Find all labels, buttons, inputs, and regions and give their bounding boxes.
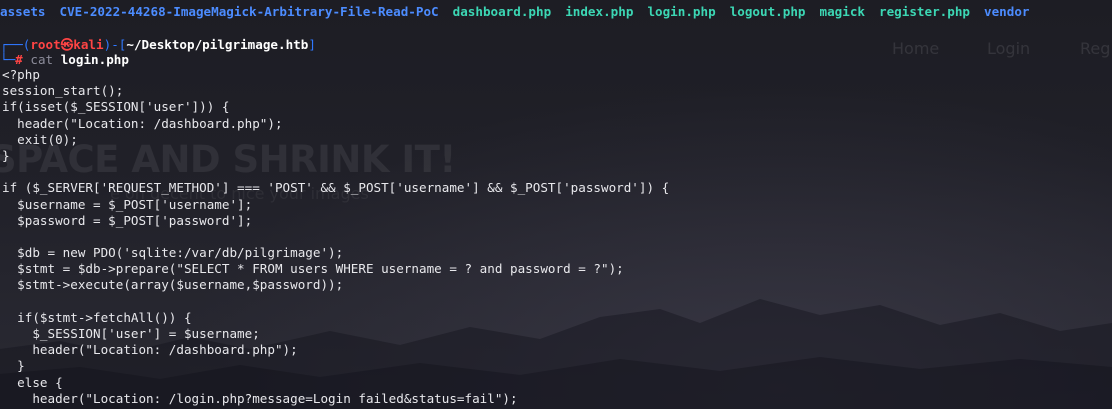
ls-entry-directory: CVE-2022-44268-ImageMagick-Arbitrary-Fil… (59, 4, 439, 19)
bg-nav-register: Reg (1080, 39, 1111, 58)
ls-entry-directory: assets (0, 4, 46, 19)
code-line: header("Location: /dashboard.php"); (2, 115, 283, 131)
prompt-command: cat (30, 52, 54, 67)
file-contents: <?php session_start(); if(isset($_SESSIO… (2, 67, 669, 409)
code-line: $stmt->execute(array($username,$password… (2, 277, 344, 293)
prompt-line-top: ┌──(root㉿kali)-[~/Desktop/pilgrimage.htb… (0, 37, 316, 53)
code-line: else { (2, 374, 63, 390)
code-line: header("Location: /dashboard.php"); (2, 342, 298, 358)
prompt-frame: └─ (0, 52, 16, 67)
ls-entry-file: dashboard.php (452, 4, 552, 19)
prompt-line-command: └─# cat login.php (0, 52, 129, 68)
prompt-path: ~/Desktop/pilgrimage.htb (126, 37, 309, 52)
code-line: session_start(); (2, 83, 124, 99)
code-line: header("Location: /login.php?message=Log… (2, 390, 518, 406)
code-line: if ($_SERVER['REQUEST_METHOD'] === 'POST… (2, 180, 670, 196)
ls-output: assets CVE-2022-44268-ImageMagick-Arbitra… (0, 4, 1044, 22)
terminal-window[interactable]: Home Login Reg SPACE AND SHRINK IT! e on… (0, 0, 1112, 409)
prompt-user-host: root㉿kali (30, 37, 104, 52)
bg-nav-home: Home (892, 39, 940, 58)
code-line: $password = $_POST['password']; (2, 212, 253, 228)
ls-entry-file: logout.php (729, 4, 806, 19)
code-line: $_SESSION['user'] = $username; (2, 326, 260, 341)
ls-entry-file: magick (819, 4, 866, 19)
bg-nav-login: Login (987, 39, 1031, 58)
prompt-argument: login.php (60, 52, 129, 67)
code-line: if($stmt->fetchAll()) { (2, 309, 192, 325)
ls-entry-file: index.php (565, 4, 634, 19)
ls-entry-directory: vendor (984, 4, 1030, 19)
code-line: exit(0); (2, 131, 78, 147)
prompt-frame: )-[ (103, 37, 127, 52)
code-line: $db = new PDO('sqlite:/var/db/pilgrimage… (2, 245, 344, 261)
prompt-frame: ] (308, 37, 316, 52)
ls-entry-file: register.php (879, 4, 971, 19)
code-line: <?php (2, 67, 40, 82)
prompt-frame: ┌──( (0, 37, 31, 52)
prompt-hash: # (15, 52, 23, 67)
code-line: $username = $_POST['username']; (2, 196, 253, 212)
code-line: $stmt = $db->prepare("SELECT * FROM user… (2, 261, 624, 277)
ls-entry-file: login.php (647, 4, 716, 19)
code-line: } (2, 358, 25, 374)
code-line: } (2, 147, 10, 163)
code-line: if(isset($_SESSION['user'])) { (2, 99, 230, 115)
